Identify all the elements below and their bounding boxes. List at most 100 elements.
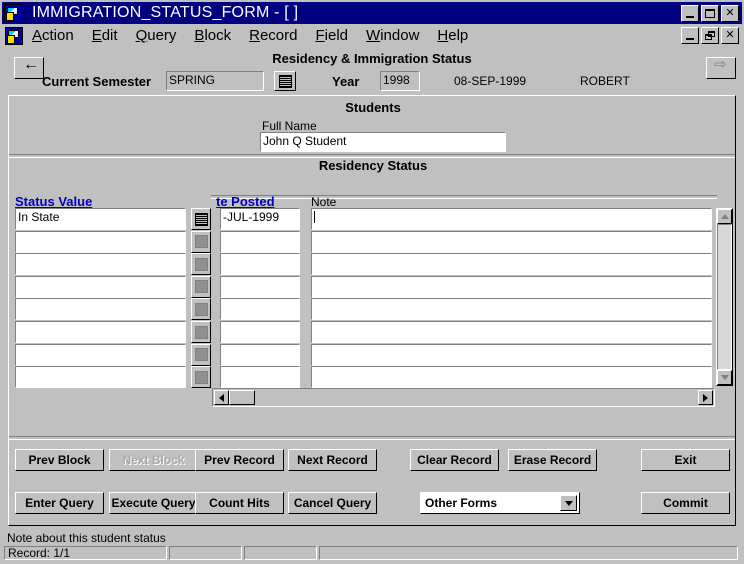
menu-window[interactable]: Window [357, 26, 428, 45]
menu-block[interactable]: Block [185, 26, 240, 45]
scroll-right-icon [703, 393, 708, 402]
status-value-field[interactable] [15, 253, 186, 276]
prev-block-button[interactable]: Prev Block [15, 449, 104, 471]
window-maximize-button[interactable] [701, 4, 719, 22]
scroll-up-icon [720, 214, 729, 219]
execute-query-button[interactable]: Execute Query [109, 492, 198, 514]
note-field[interactable] [311, 298, 712, 321]
status-value-lov-button[interactable] [191, 321, 211, 343]
note-field[interactable] [311, 366, 712, 389]
scroll-down-button[interactable] [717, 370, 732, 385]
status-cell-2 [169, 546, 242, 560]
menu-action[interactable]: AActionction [23, 26, 83, 45]
erase-record-button[interactable]: Erase Record [508, 449, 597, 471]
scroll-up-button[interactable] [717, 209, 732, 224]
status-value-lov-button[interactable] [191, 298, 211, 321]
window-close-button[interactable]: ✕ [721, 4, 739, 22]
column-header-note: Note [311, 195, 337, 209]
cancel-query-button[interactable]: Cancel Query [288, 492, 377, 514]
grid-scroll-thumb[interactable] [229, 390, 255, 405]
status-value-field[interactable] [15, 275, 186, 298]
form-title: Residency & Immigration Status [272, 51, 472, 66]
scroll-right-button[interactable] [698, 390, 713, 405]
column-header-date-posted[interactable]: te Posted [216, 194, 275, 209]
window-title: IMMIGRATION_STATUS_FORM - [ ] [32, 4, 299, 21]
scroll-left-button[interactable] [214, 390, 229, 405]
clear-record-button[interactable]: Clear Record [410, 449, 499, 471]
count-hits-button[interactable]: Count Hits [195, 492, 284, 514]
status-value-lov-button[interactable] [191, 275, 211, 298]
note-field[interactable] [311, 253, 712, 276]
mdi-minimize-button[interactable] [681, 27, 699, 44]
list-of-values-icon [194, 212, 208, 226]
application-icon [4, 4, 22, 22]
note-field[interactable] [311, 208, 712, 230]
exit-button[interactable]: Exit [641, 449, 730, 471]
date-posted-field[interactable] [220, 366, 300, 389]
next-record-button[interactable]: Next Record [288, 449, 377, 471]
status-value-field[interactable] [15, 321, 186, 343]
status-message: Note about this student status [7, 531, 166, 545]
note-field[interactable] [311, 275, 712, 298]
application-window: IMMIGRATION_STATUS_FORM - [ ] ✕ AActionc… [0, 0, 744, 564]
mdi-close-button[interactable]: ✕ [721, 27, 739, 44]
other-forms-dropdown-button[interactable] [560, 495, 577, 511]
date-posted-field[interactable] [220, 253, 300, 276]
commit-button[interactable]: Commit [641, 492, 730, 514]
menu-help[interactable]: Help [428, 26, 477, 45]
status-value-field[interactable]: In State [15, 208, 186, 230]
full-name-field[interactable]: John Q Student [260, 132, 506, 152]
scroll-left-icon [219, 393, 224, 402]
status-value-lov-button[interactable] [191, 208, 211, 230]
status-value-field[interactable] [15, 298, 186, 321]
enter-query-button[interactable]: Enter Query [15, 492, 104, 514]
date-posted-field[interactable]: -JUL-1999 [220, 208, 300, 230]
text-cursor [314, 211, 315, 223]
window-minimize-button[interactable] [681, 4, 699, 22]
note-field[interactable] [311, 321, 712, 343]
status-value-lov-button[interactable] [191, 230, 211, 253]
status-value-field[interactable] [15, 230, 186, 253]
note-field[interactable] [311, 230, 712, 253]
status-bar: Note about this student status Record: 1… [2, 529, 742, 562]
grid-horizontal-scrollbar[interactable] [212, 388, 715, 407]
status-value-field[interactable] [15, 366, 186, 389]
list-of-values-icon [194, 235, 208, 249]
year-field[interactable]: 1998 [380, 71, 420, 91]
column-header-status-value[interactable]: Status Value [15, 194, 92, 209]
title-bar: IMMIGRATION_STATUS_FORM - [ ] ✕ [2, 2, 742, 24]
date-posted-field[interactable] [220, 275, 300, 298]
mdi-restore-button[interactable] [701, 27, 719, 44]
back-button[interactable] [14, 57, 44, 79]
status-cell-4 [319, 546, 738, 560]
status-cell-3 [244, 546, 317, 560]
menu-edit[interactable]: Edit [83, 26, 127, 45]
prev-record-button[interactable]: Prev Record [195, 449, 284, 471]
menu-query[interactable]: Query [127, 26, 186, 45]
current-semester-field[interactable]: SPRING [166, 71, 264, 91]
window-controls: ✕ [681, 4, 739, 22]
grid-vertical-scrollbar[interactable] [716, 208, 733, 386]
status-value-lov-button[interactable] [191, 366, 211, 389]
mdi-child-controls: ✕ [681, 27, 739, 44]
current-semester-label: Current Semester [42, 74, 152, 89]
menu-field[interactable]: Field [307, 26, 358, 45]
next-block-button: Next Block [109, 449, 198, 471]
date-posted-field[interactable] [220, 298, 300, 321]
menu-record[interactable]: Record [240, 26, 306, 45]
forward-button[interactable] [706, 57, 736, 79]
grid-scroll-track[interactable] [717, 224, 732, 370]
status-value-lov-button[interactable] [191, 253, 211, 276]
current-user: ROBERT [580, 74, 630, 88]
list-of-values-icon [194, 370, 208, 384]
list-of-values-icon [194, 280, 208, 294]
status-value-lov-button[interactable] [191, 343, 211, 366]
date-posted-field[interactable] [220, 230, 300, 253]
semester-lov-button[interactable] [274, 71, 296, 91]
other-forms-selected-value: Other Forms [425, 496, 498, 510]
date-posted-field[interactable] [220, 321, 300, 343]
status-value-field[interactable] [15, 343, 186, 366]
note-field[interactable] [311, 343, 712, 366]
other-forms-select[interactable]: Other Forms [420, 492, 580, 514]
date-posted-field[interactable] [220, 343, 300, 366]
